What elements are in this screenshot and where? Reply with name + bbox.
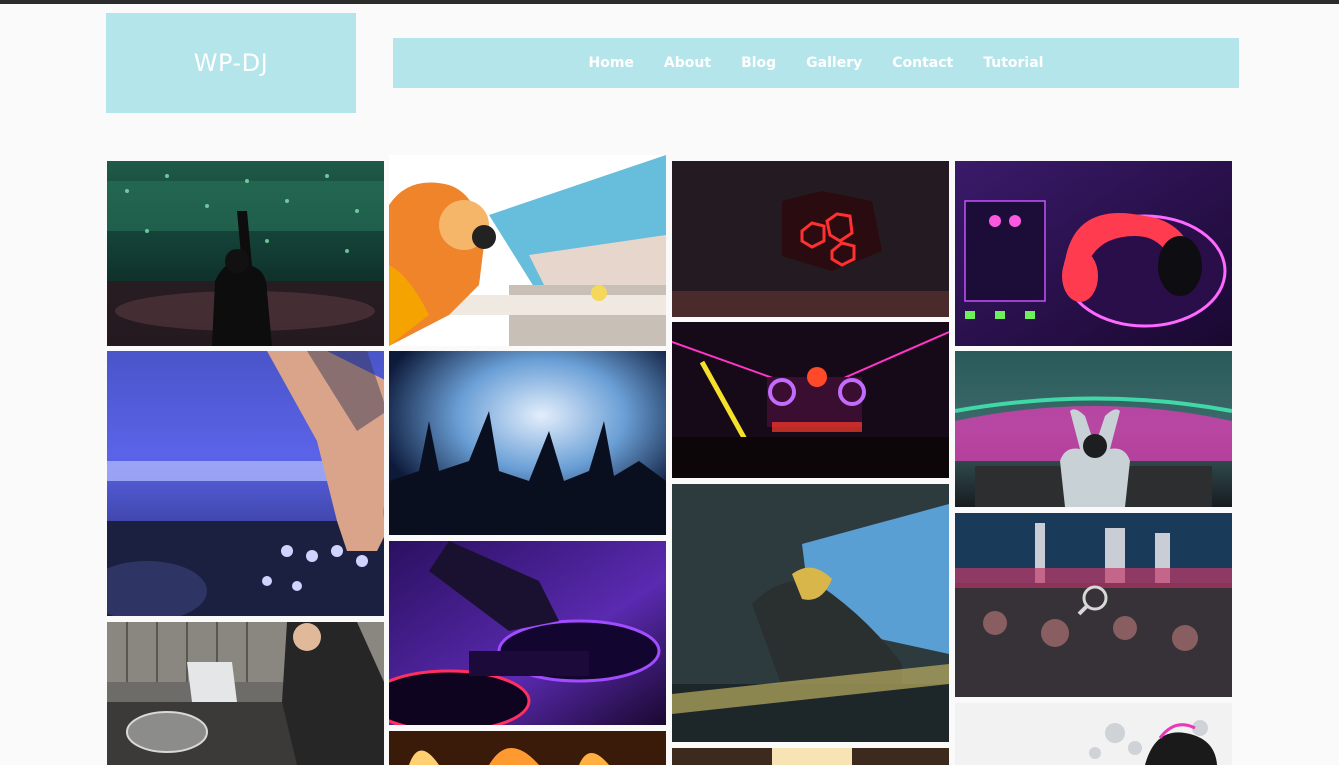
nav-tutorial[interactable]: Tutorial xyxy=(983,55,1043,71)
gallery-image-headphones-illustration[interactable] xyxy=(955,703,1232,765)
gallery-image-pool-party-dj[interactable] xyxy=(389,155,666,346)
main-navigation: Home About Blog Gallery Contact Tutorial xyxy=(393,38,1239,88)
nav-blog[interactable]: Blog xyxy=(741,55,776,71)
gallery-image-purple-turntable[interactable] xyxy=(389,541,666,725)
gallery-image-headphones-mixer[interactable] xyxy=(955,161,1232,346)
gallery-image-smoke-hands[interactable] xyxy=(389,351,666,535)
gallery-image-led-helmet[interactable] xyxy=(672,161,949,317)
nav-about[interactable]: About xyxy=(664,55,711,71)
logo-text: WP-DJ xyxy=(193,49,269,77)
nav-home[interactable]: Home xyxy=(589,55,634,71)
gallery-image-heart-hands-dj[interactable] xyxy=(955,351,1232,507)
gallery-image-dj-blue-screen[interactable] xyxy=(672,484,949,742)
gallery-image-crowd-confetti[interactable] xyxy=(107,161,384,346)
gallery-image-festival-stage-blurred[interactable] xyxy=(955,513,1232,697)
gallery-image-fire-show[interactable] xyxy=(389,731,666,765)
gallery-image-tattooed-hand-mixer[interactable] xyxy=(107,351,384,616)
gallery-image-laser-stage[interactable] xyxy=(672,322,949,478)
nav-gallery[interactable]: Gallery xyxy=(806,55,862,71)
top-border xyxy=(0,0,1339,4)
gallery-image-dj-laptop-turntables[interactable] xyxy=(107,622,384,765)
site-logo[interactable]: WP-DJ xyxy=(106,13,356,113)
nav-contact[interactable]: Contact xyxy=(892,55,953,71)
gallery-image-stage-lights[interactable] xyxy=(672,748,949,765)
